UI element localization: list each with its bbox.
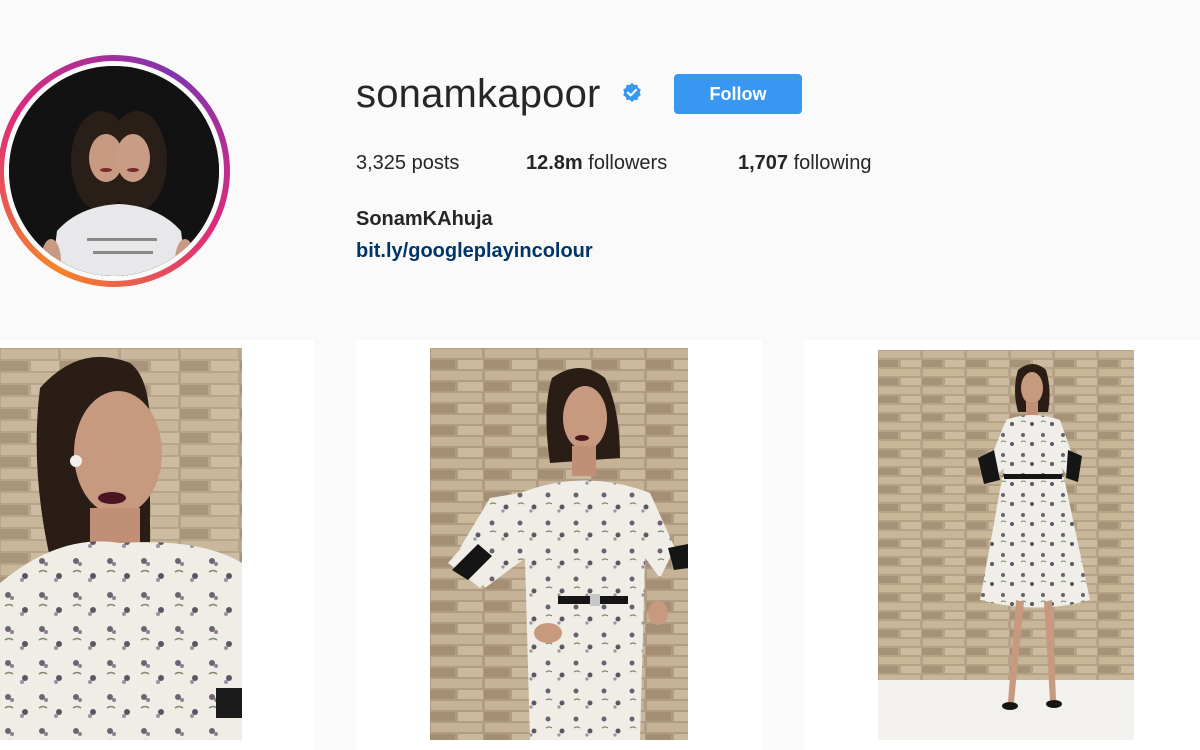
verified-badge-icon	[623, 82, 641, 103]
post-tile[interactable]	[0, 340, 314, 750]
username: sonamkapoor	[356, 72, 601, 116]
followers-count: 12.8m	[526, 152, 583, 174]
story-ring[interactable]	[0, 55, 230, 287]
avatar[interactable]	[9, 66, 219, 276]
post-tile[interactable]	[804, 340, 1200, 750]
follow-button[interactable]: Follow	[674, 74, 802, 114]
stat-followers[interactable]: 12.8m followers	[526, 152, 667, 175]
post-image	[0, 348, 242, 740]
post-image	[430, 348, 688, 740]
following-label: following	[793, 152, 872, 174]
stat-posts: 3,325 posts	[356, 152, 459, 175]
profile-page: sonamkapoor Follow 3,325 posts 12.8m fol…	[0, 0, 1200, 750]
followers-label: followers	[588, 152, 668, 174]
following-count: 1,707	[738, 152, 789, 174]
bio-link[interactable]: bit.ly/googleplayincolour	[356, 240, 593, 263]
post-image	[878, 350, 1134, 740]
posts-label: posts	[411, 152, 460, 174]
post-tile[interactable]	[356, 340, 762, 750]
stat-following[interactable]: 1,707 following	[738, 152, 871, 175]
full-name: SonamKAhuja	[356, 208, 493, 230]
posts-count: 3,325	[356, 152, 407, 174]
avatar-image	[9, 66, 219, 276]
